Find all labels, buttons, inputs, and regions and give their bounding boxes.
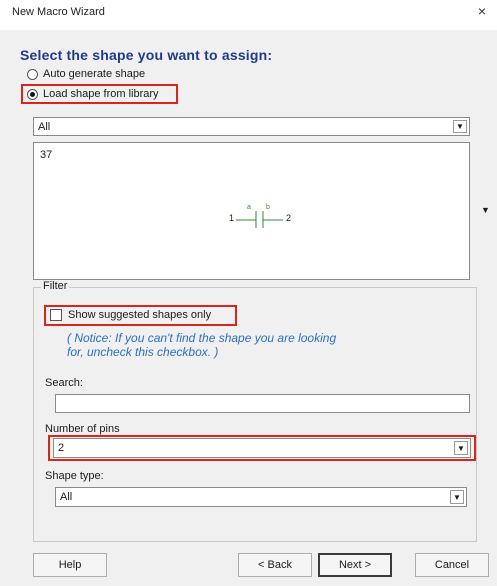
auto-generate-radio[interactable] bbox=[27, 68, 38, 80]
show-suggested-checkbox[interactable] bbox=[50, 309, 62, 321]
page-heading: Select the shape you want to assign: bbox=[20, 47, 273, 63]
pins-label: Number of pins bbox=[45, 423, 120, 435]
load-library-option[interactable]: Load shape from library bbox=[27, 88, 159, 100]
pins-select[interactable]: 2 ▼ bbox=[53, 438, 471, 458]
back-button[interactable]: < Back bbox=[238, 553, 312, 577]
pins-select-value: 2 bbox=[58, 442, 65, 454]
shape-type-label: Shape type: bbox=[45, 470, 104, 482]
pin-right-marker: b bbox=[266, 204, 270, 211]
search-input[interactable] bbox=[55, 394, 470, 413]
show-suggested-option[interactable]: Show suggested shapes only bbox=[50, 309, 211, 321]
triangle-down-icon[interactable]: ▼ bbox=[481, 205, 490, 215]
load-library-label: Load shape from library bbox=[43, 88, 159, 100]
shape-preview[interactable]: 37 1 2 a b bbox=[33, 142, 470, 280]
library-select[interactable]: All ▼ bbox=[33, 117, 470, 136]
cancel-button[interactable]: Cancel bbox=[415, 553, 489, 577]
shape-type-select[interactable]: All ▼ bbox=[55, 487, 467, 507]
shape-id: 37 bbox=[40, 149, 53, 161]
notice-line-2: for, uncheck this checkbox. ) bbox=[67, 345, 219, 359]
pin-left-label: 1 bbox=[229, 213, 235, 223]
auto-generate-label: Auto generate shape bbox=[43, 68, 146, 80]
auto-generate-option[interactable]: Auto generate shape bbox=[27, 68, 145, 80]
filter-group-label: Filter bbox=[41, 280, 70, 292]
chevron-down-icon[interactable]: ▼ bbox=[450, 490, 464, 504]
close-icon[interactable]: × bbox=[473, 2, 491, 20]
library-select-value: All bbox=[38, 120, 51, 133]
chevron-down-icon[interactable]: ▼ bbox=[454, 441, 468, 455]
shape-type-select-value: All bbox=[60, 491, 73, 503]
help-button[interactable]: Help bbox=[33, 553, 107, 577]
load-library-radio[interactable] bbox=[27, 88, 38, 100]
pin-left-marker: a bbox=[247, 204, 251, 211]
chevron-down-icon[interactable]: ▼ bbox=[453, 120, 467, 133]
show-suggested-label: Show suggested shapes only bbox=[68, 309, 212, 321]
window-title: New Macro Wizard bbox=[12, 6, 105, 18]
search-label: Search: bbox=[45, 377, 83, 389]
notice-line-1: ( Notice: If you can't find the shape yo… bbox=[67, 331, 337, 345]
pin-right-label: 2 bbox=[286, 213, 292, 223]
contact-symbol: 1 2 a b bbox=[227, 204, 307, 230]
next-button[interactable]: Next > bbox=[318, 553, 392, 577]
